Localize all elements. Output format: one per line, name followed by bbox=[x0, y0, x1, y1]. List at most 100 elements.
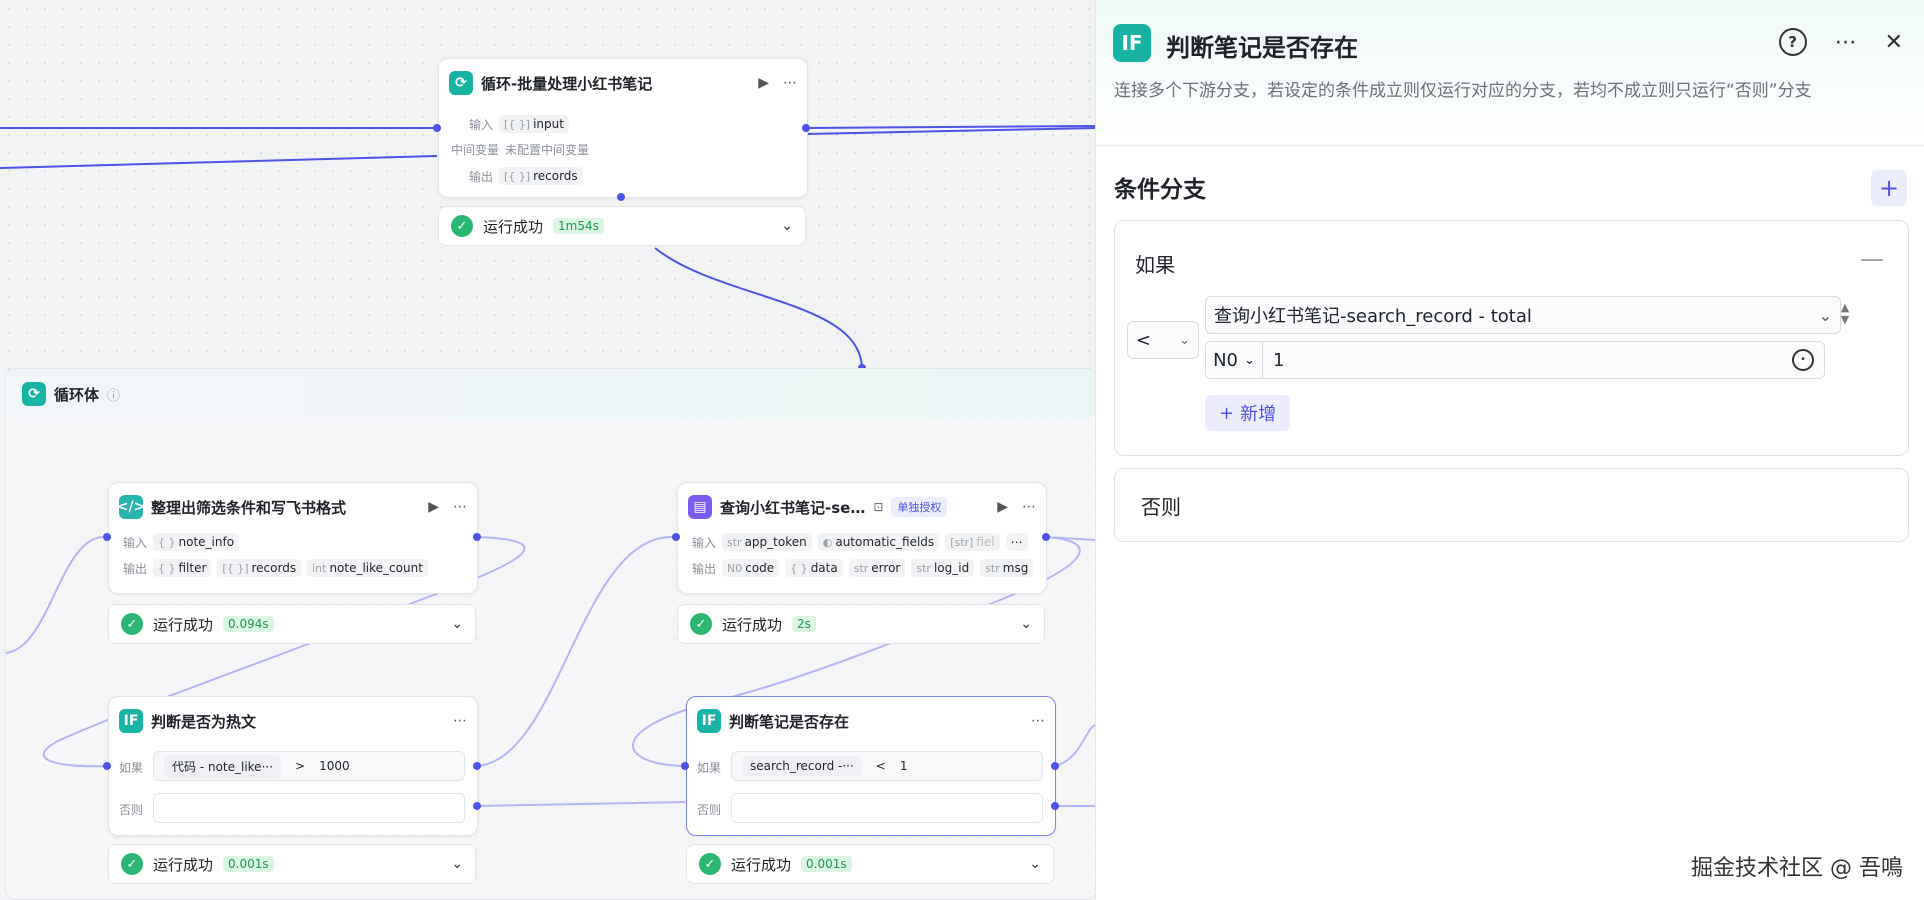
variable-ref-icon[interactable]: • bbox=[1792, 349, 1814, 371]
auth-icon: ⊡ bbox=[873, 500, 884, 514]
more-icon[interactable]: ⋯ bbox=[1031, 713, 1045, 729]
add-branch-button[interactable]: + bbox=[1871, 170, 1907, 206]
exists-else-port[interactable] bbox=[1051, 802, 1059, 810]
loop-icon: ⟳ bbox=[22, 382, 46, 406]
more-icon[interactable]: ⋯ bbox=[1022, 499, 1036, 515]
query-node[interactable]: ▤ 查询小红书笔记-se… ⊡ 单独授权 ▶ ⋯ 输入 str app_token … bbox=[677, 482, 1047, 594]
input-label: 输入 bbox=[122, 535, 147, 550]
loop-body-port[interactable] bbox=[617, 193, 625, 201]
help-icon[interactable]: ? bbox=[1778, 28, 1807, 56]
value-input[interactable]: N0 ⌄ 1 • bbox=[1205, 341, 1825, 379]
hot-else-box bbox=[153, 793, 465, 823]
hot-status[interactable]: ✓ 运行成功 0.001s ⌄ bbox=[108, 844, 476, 884]
loop-in-port[interactable] bbox=[433, 124, 441, 132]
edge-loop-out bbox=[806, 125, 1095, 129]
value-text[interactable]: 1 bbox=[1273, 350, 1284, 371]
query-status[interactable]: ✓ 运行成功 2s ⌄ bbox=[677, 604, 1045, 644]
edge-incoming-second bbox=[0, 155, 438, 169]
operator-select[interactable]: < ⌄ bbox=[1127, 321, 1199, 359]
loop-node[interactable]: ⟳ 循环-批量处理小红书笔记 ▶ ⋯ 输入 [{ }] input 中间变量 未配置… bbox=[438, 58, 808, 198]
check-icon: ✓ bbox=[121, 613, 143, 635]
hot-node[interactable]: IF 判断是否为热文 ⋯ 如果 代码 - note_like··· > 1000… bbox=[108, 696, 478, 836]
code-input-row: 输入 { } note_info bbox=[113, 533, 240, 551]
query-out-port[interactable] bbox=[1042, 533, 1050, 541]
hot-in-port[interactable] bbox=[103, 762, 111, 770]
cond-op: > bbox=[295, 759, 306, 773]
status-time: 0.094s bbox=[223, 616, 274, 632]
exists-status[interactable]: ✓ 运行成功 0.001s ⌄ bbox=[686, 844, 1054, 884]
watermark: 掘金技术社区 @ 吾鳴 bbox=[1691, 856, 1903, 881]
group-title: 循环体 bbox=[54, 385, 100, 404]
code-in-port[interactable] bbox=[103, 533, 111, 541]
more-icon[interactable]: ⋯ bbox=[453, 713, 467, 729]
chevron-down-icon[interactable]: ⌄ bbox=[781, 218, 793, 234]
code-node-title: 整理出筛选条件和写飞书格式 bbox=[151, 498, 347, 517]
loop-output-row: 输出 [{ }] records bbox=[459, 167, 583, 185]
loop-out-port[interactable] bbox=[802, 124, 810, 132]
plus-icon: + bbox=[1219, 402, 1235, 424]
hot-else-port[interactable] bbox=[473, 802, 481, 810]
code-icon: </> bbox=[117, 495, 145, 519]
loop-input-row: 输入 [{ }] input bbox=[459, 115, 569, 133]
code-node-header: </> 整理出筛选条件和写飞书格式 ▶ ⋯ bbox=[117, 493, 467, 521]
query-node-title: 查询小红书笔记-se… bbox=[720, 498, 866, 517]
query-in-port[interactable] bbox=[672, 533, 680, 541]
exists-node-header: IF 判断笔记是否存在 ⋯ bbox=[697, 707, 1045, 735]
if-icon: IF bbox=[119, 709, 143, 733]
chevron-down-icon[interactable]: ⌄ bbox=[451, 616, 463, 632]
input-tag: { } note_info bbox=[153, 533, 240, 551]
mid-label: 中间变量 bbox=[451, 143, 500, 157]
input-label: 输入 bbox=[468, 117, 493, 132]
workflow-canvas[interactable]: ⟳ 循环-批量处理小红书笔记 ▶ ⋯ 输入 [{ }] input 中间变量 未配置… bbox=[0, 0, 1095, 900]
exists-node[interactable]: IF 判断笔记是否存在 ⋯ 如果 search_record -··· < 1 … bbox=[686, 696, 1056, 836]
auth-badge[interactable]: 单独授权 bbox=[891, 497, 948, 517]
exists-if-port[interactable] bbox=[1051, 762, 1059, 770]
cond-right: 1000 bbox=[319, 759, 350, 773]
edge-loop-out-2 bbox=[806, 127, 1095, 135]
output-tag: [{ }] records bbox=[499, 167, 583, 185]
code-out-port[interactable] bbox=[473, 533, 481, 541]
output-tag: { } data bbox=[785, 559, 843, 577]
info-icon[interactable]: ⓘ bbox=[107, 385, 120, 404]
run-icon[interactable]: ▶ bbox=[997, 499, 1008, 515]
panel-title[interactable]: 判断笔记是否存在 bbox=[1166, 28, 1358, 63]
value-type-select[interactable]: N0 ⌄ bbox=[1206, 342, 1263, 378]
add-condition-button[interactable]: + 新增 bbox=[1205, 395, 1291, 431]
run-icon[interactable]: ▶ bbox=[758, 75, 769, 91]
run-icon[interactable]: ▶ bbox=[428, 499, 439, 515]
more-icon[interactable]: ⋯ bbox=[1835, 30, 1857, 55]
hot-condition[interactable]: 代码 - note_like··· > 1000 bbox=[153, 751, 465, 781]
reorder-handle-icon[interactable]: ▲ ▼ bbox=[1835, 297, 1855, 331]
chevron-down-icon[interactable]: ⌄ bbox=[1029, 856, 1041, 872]
variable-select[interactable]: 查询小红书笔记-search_record - total ⌄ bbox=[1205, 296, 1841, 334]
close-icon[interactable]: ✕ bbox=[1885, 30, 1903, 55]
query-input-row: 输入 str app_token ◐ automatic_fields [str] f… bbox=[682, 533, 1028, 551]
chevron-down-icon[interactable]: ⌄ bbox=[451, 856, 463, 872]
variable-path: 查询小红书笔记-search_record - total bbox=[1214, 306, 1532, 327]
exists-condition[interactable]: search_record -··· < 1 bbox=[731, 751, 1043, 781]
status-text: 运行成功 bbox=[722, 615, 783, 634]
input-tag: ◐ automatic_fields bbox=[817, 533, 940, 551]
code-output-row: 输出 { } filter [{ }] records int note_like_c… bbox=[113, 559, 428, 577]
code-status[interactable]: ✓ 运行成功 0.094s ⌄ bbox=[108, 604, 476, 644]
status-time: 1m54s bbox=[553, 218, 604, 234]
status-text: 运行成功 bbox=[153, 615, 214, 634]
collapse-icon[interactable]: — bbox=[1860, 245, 1884, 273]
operator-value: < bbox=[1136, 329, 1152, 351]
loop-status[interactable]: ✓ 运行成功 1m54s ⌄ bbox=[438, 206, 806, 246]
code-node[interactable]: </> 整理出筛选条件和写飞书格式 ▶ ⋯ 输入 { } note_info 输出 … bbox=[108, 482, 478, 594]
hot-if-port[interactable] bbox=[473, 762, 481, 770]
mid-value: 未配置中间变量 bbox=[505, 143, 590, 157]
output-tag: { } filter bbox=[153, 559, 212, 577]
panel-description: 连接多个下游分支，若设定的条件成立则仅运行对应的分支，若均不成立则只运行“否则”… bbox=[1114, 81, 1812, 101]
more-icon[interactable]: ⋯ bbox=[783, 75, 797, 91]
cond-left: 代码 - note_like··· bbox=[164, 754, 282, 778]
status-time: 2s bbox=[792, 616, 816, 632]
exists-in-port[interactable] bbox=[681, 762, 689, 770]
cond-right: 1 bbox=[899, 759, 908, 773]
output-label: 输出 bbox=[468, 169, 493, 184]
more-icon[interactable]: ⋯ bbox=[453, 499, 467, 515]
status-time: 0.001s bbox=[223, 856, 274, 872]
chevron-down-icon[interactable]: ⌄ bbox=[1020, 616, 1032, 632]
more-inputs-icon[interactable]: ⋯ bbox=[1005, 533, 1028, 551]
